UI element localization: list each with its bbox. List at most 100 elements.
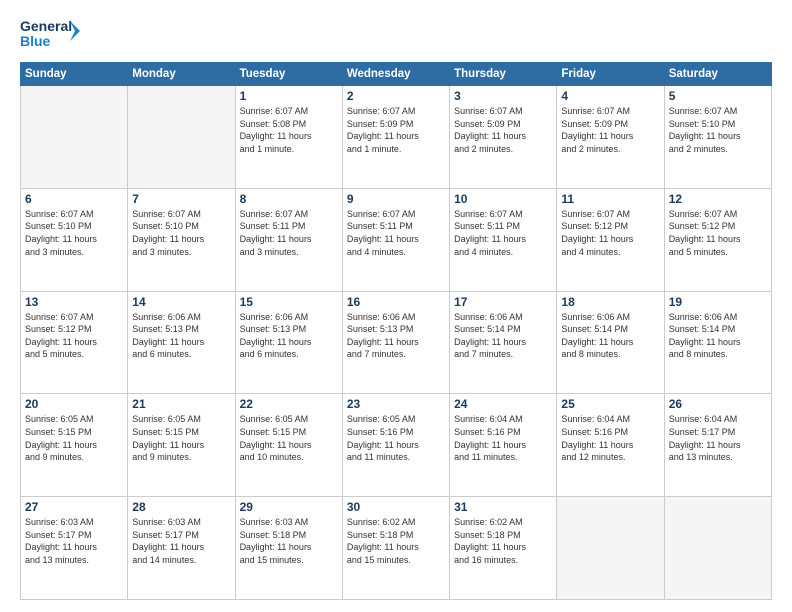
calendar-week-1: 1Sunrise: 6:07 AM Sunset: 5:08 PM Daylig… [21, 86, 772, 189]
day-info: Sunrise: 6:06 AM Sunset: 5:14 PM Dayligh… [454, 311, 552, 361]
day-number: 18 [561, 295, 659, 309]
calendar-cell: 4 Sunrise: 6:07 AM Sunset: 5:09 PM Daylig… [557, 86, 664, 189]
day-number: 5 [669, 89, 767, 103]
calendar-cell: 15 Sunrise: 6:06 AM Sunset: 5:13 PM Dayli… [235, 291, 342, 394]
calendar-cell: 13 Sunrise: 6:07 AM Sunset: 5:12 PM Dayli… [21, 291, 128, 394]
calendar-cell: 5 Sunrise: 6:07 AM Sunset: 5:10 PM Daylig… [664, 86, 771, 189]
calendar-cell [557, 497, 664, 600]
day-number: 28 [132, 500, 230, 514]
day-info: Sunrise: 6:07 AM Sunset: 5:10 PM Dayligh… [669, 105, 767, 155]
calendar-week-4: 20 Sunrise: 6:05 AM Sunset: 5:15 PM Dayli… [21, 394, 772, 497]
calendar-cell: 31Sunrise: 6:02 AM Sunset: 5:18 PM Dayli… [450, 497, 557, 600]
calendar-week-5: 27 Sunrise: 6:03 AM Sunset: 5:17 PM Dayli… [21, 497, 772, 600]
day-info: Sunrise: 6:06 AM Sunset: 5:13 PM Dayligh… [347, 311, 445, 361]
calendar-cell: 12 Sunrise: 6:07 AM Sunset: 5:12 PM Dayli… [664, 188, 771, 291]
day-info: Sunrise: 6:07 AM Sunset: 5:12 PM Dayligh… [669, 208, 767, 258]
day-number: 30 [347, 500, 445, 514]
day-info: Sunrise: 6:06 AM Sunset: 5:14 PM Dayligh… [561, 311, 659, 361]
day-number: 7 [132, 192, 230, 206]
day-number: 13 [25, 295, 123, 309]
day-info: Sunrise: 6:05 AM Sunset: 5:15 PM Dayligh… [132, 413, 230, 463]
day-number: 20 [25, 397, 123, 411]
day-number: 19 [669, 295, 767, 309]
weekday-header-monday: Monday [128, 63, 235, 86]
calendar-cell: 29Sunrise: 6:03 AM Sunset: 5:18 PM Dayli… [235, 497, 342, 600]
day-number: 2 [347, 89, 445, 103]
calendar-cell: 20 Sunrise: 6:05 AM Sunset: 5:15 PM Dayli… [21, 394, 128, 497]
page: GeneralBlue SundayMondayTuesdayWednesday… [0, 0, 792, 612]
weekday-header-thursday: Thursday [450, 63, 557, 86]
day-info: Sunrise: 6:06 AM Sunset: 5:14 PM Dayligh… [669, 311, 767, 361]
day-info: Sunrise: 6:05 AM Sunset: 5:15 PM Dayligh… [25, 413, 123, 463]
calendar-cell: 2Sunrise: 6:07 AM Sunset: 5:09 PM Daylig… [342, 86, 449, 189]
calendar-table: SundayMondayTuesdayWednesdayThursdayFrid… [20, 62, 772, 600]
svg-text:General: General [20, 18, 72, 34]
day-info: Sunrise: 6:07 AM Sunset: 5:11 PM Dayligh… [240, 208, 338, 258]
day-number: 23 [347, 397, 445, 411]
day-number: 12 [669, 192, 767, 206]
weekday-row: SundayMondayTuesdayWednesdayThursdayFrid… [21, 63, 772, 86]
calendar-cell: 7Sunrise: 6:07 AM Sunset: 5:10 PM Daylig… [128, 188, 235, 291]
day-number: 8 [240, 192, 338, 206]
calendar-cell: 14 Sunrise: 6:06 AM Sunset: 5:13 PM Dayli… [128, 291, 235, 394]
day-number: 15 [240, 295, 338, 309]
calendar-cell: 23Sunrise: 6:05 AM Sunset: 5:16 PM Dayli… [342, 394, 449, 497]
calendar-cell: 19 Sunrise: 6:06 AM Sunset: 5:14 PM Dayli… [664, 291, 771, 394]
day-info: Sunrise: 6:03 AM Sunset: 5:17 PM Dayligh… [132, 516, 230, 566]
svg-text:Blue: Blue [20, 33, 51, 49]
calendar-cell: 9 Sunrise: 6:07 AM Sunset: 5:11 PM Daylig… [342, 188, 449, 291]
weekday-header-friday: Friday [557, 63, 664, 86]
day-info: Sunrise: 6:02 AM Sunset: 5:18 PM Dayligh… [347, 516, 445, 566]
calendar-cell: 10 Sunrise: 6:07 AM Sunset: 5:11 PM Dayli… [450, 188, 557, 291]
day-info: Sunrise: 6:07 AM Sunset: 5:11 PM Dayligh… [347, 208, 445, 258]
day-number: 1 [240, 89, 338, 103]
calendar-cell [128, 86, 235, 189]
calendar-cell: 28 Sunrise: 6:03 AM Sunset: 5:17 PM Dayli… [128, 497, 235, 600]
day-number: 14 [132, 295, 230, 309]
calendar-cell: 25 Sunrise: 6:04 AM Sunset: 5:16 PM Dayli… [557, 394, 664, 497]
weekday-header-tuesday: Tuesday [235, 63, 342, 86]
calendar-body: 1Sunrise: 6:07 AM Sunset: 5:08 PM Daylig… [21, 86, 772, 600]
calendar-cell: 24Sunrise: 6:04 AM Sunset: 5:16 PM Dayli… [450, 394, 557, 497]
calendar-cell: 6 Sunrise: 6:07 AM Sunset: 5:10 PM Daylig… [21, 188, 128, 291]
day-number: 3 [454, 89, 552, 103]
calendar-cell: 1Sunrise: 6:07 AM Sunset: 5:08 PM Daylig… [235, 86, 342, 189]
day-number: 25 [561, 397, 659, 411]
day-number: 10 [454, 192, 552, 206]
logo-svg: GeneralBlue [20, 16, 80, 52]
day-info: Sunrise: 6:07 AM Sunset: 5:12 PM Dayligh… [25, 311, 123, 361]
calendar-header: SundayMondayTuesdayWednesdayThursdayFrid… [21, 63, 772, 86]
day-info: Sunrise: 6:07 AM Sunset: 5:11 PM Dayligh… [454, 208, 552, 258]
day-info: Sunrise: 6:05 AM Sunset: 5:15 PM Dayligh… [240, 413, 338, 463]
day-info: Sunrise: 6:07 AM Sunset: 5:10 PM Dayligh… [25, 208, 123, 258]
calendar-cell: 11Sunrise: 6:07 AM Sunset: 5:12 PM Dayli… [557, 188, 664, 291]
calendar-cell: 21 Sunrise: 6:05 AM Sunset: 5:15 PM Dayli… [128, 394, 235, 497]
day-number: 6 [25, 192, 123, 206]
day-info: Sunrise: 6:06 AM Sunset: 5:13 PM Dayligh… [132, 311, 230, 361]
day-number: 4 [561, 89, 659, 103]
day-info: Sunrise: 6:03 AM Sunset: 5:18 PM Dayligh… [240, 516, 338, 566]
day-number: 16 [347, 295, 445, 309]
weekday-header-wednesday: Wednesday [342, 63, 449, 86]
weekday-header-sunday: Sunday [21, 63, 128, 86]
day-number: 31 [454, 500, 552, 514]
day-number: 17 [454, 295, 552, 309]
day-info: Sunrise: 6:04 AM Sunset: 5:17 PM Dayligh… [669, 413, 767, 463]
calendar-cell: 26Sunrise: 6:04 AM Sunset: 5:17 PM Dayli… [664, 394, 771, 497]
day-number: 24 [454, 397, 552, 411]
calendar-cell: 16 Sunrise: 6:06 AM Sunset: 5:13 PM Dayli… [342, 291, 449, 394]
calendar-week-2: 6 Sunrise: 6:07 AM Sunset: 5:10 PM Daylig… [21, 188, 772, 291]
day-number: 11 [561, 192, 659, 206]
calendar-cell: 27 Sunrise: 6:03 AM Sunset: 5:17 PM Dayli… [21, 497, 128, 600]
logo: GeneralBlue [20, 16, 80, 52]
day-info: Sunrise: 6:04 AM Sunset: 5:16 PM Dayligh… [561, 413, 659, 463]
day-info: Sunrise: 6:03 AM Sunset: 5:17 PM Dayligh… [25, 516, 123, 566]
day-info: Sunrise: 6:07 AM Sunset: 5:09 PM Dayligh… [561, 105, 659, 155]
day-number: 9 [347, 192, 445, 206]
calendar-cell [664, 497, 771, 600]
day-number: 21 [132, 397, 230, 411]
day-number: 27 [25, 500, 123, 514]
day-number: 22 [240, 397, 338, 411]
day-info: Sunrise: 6:06 AM Sunset: 5:13 PM Dayligh… [240, 311, 338, 361]
calendar-cell [21, 86, 128, 189]
